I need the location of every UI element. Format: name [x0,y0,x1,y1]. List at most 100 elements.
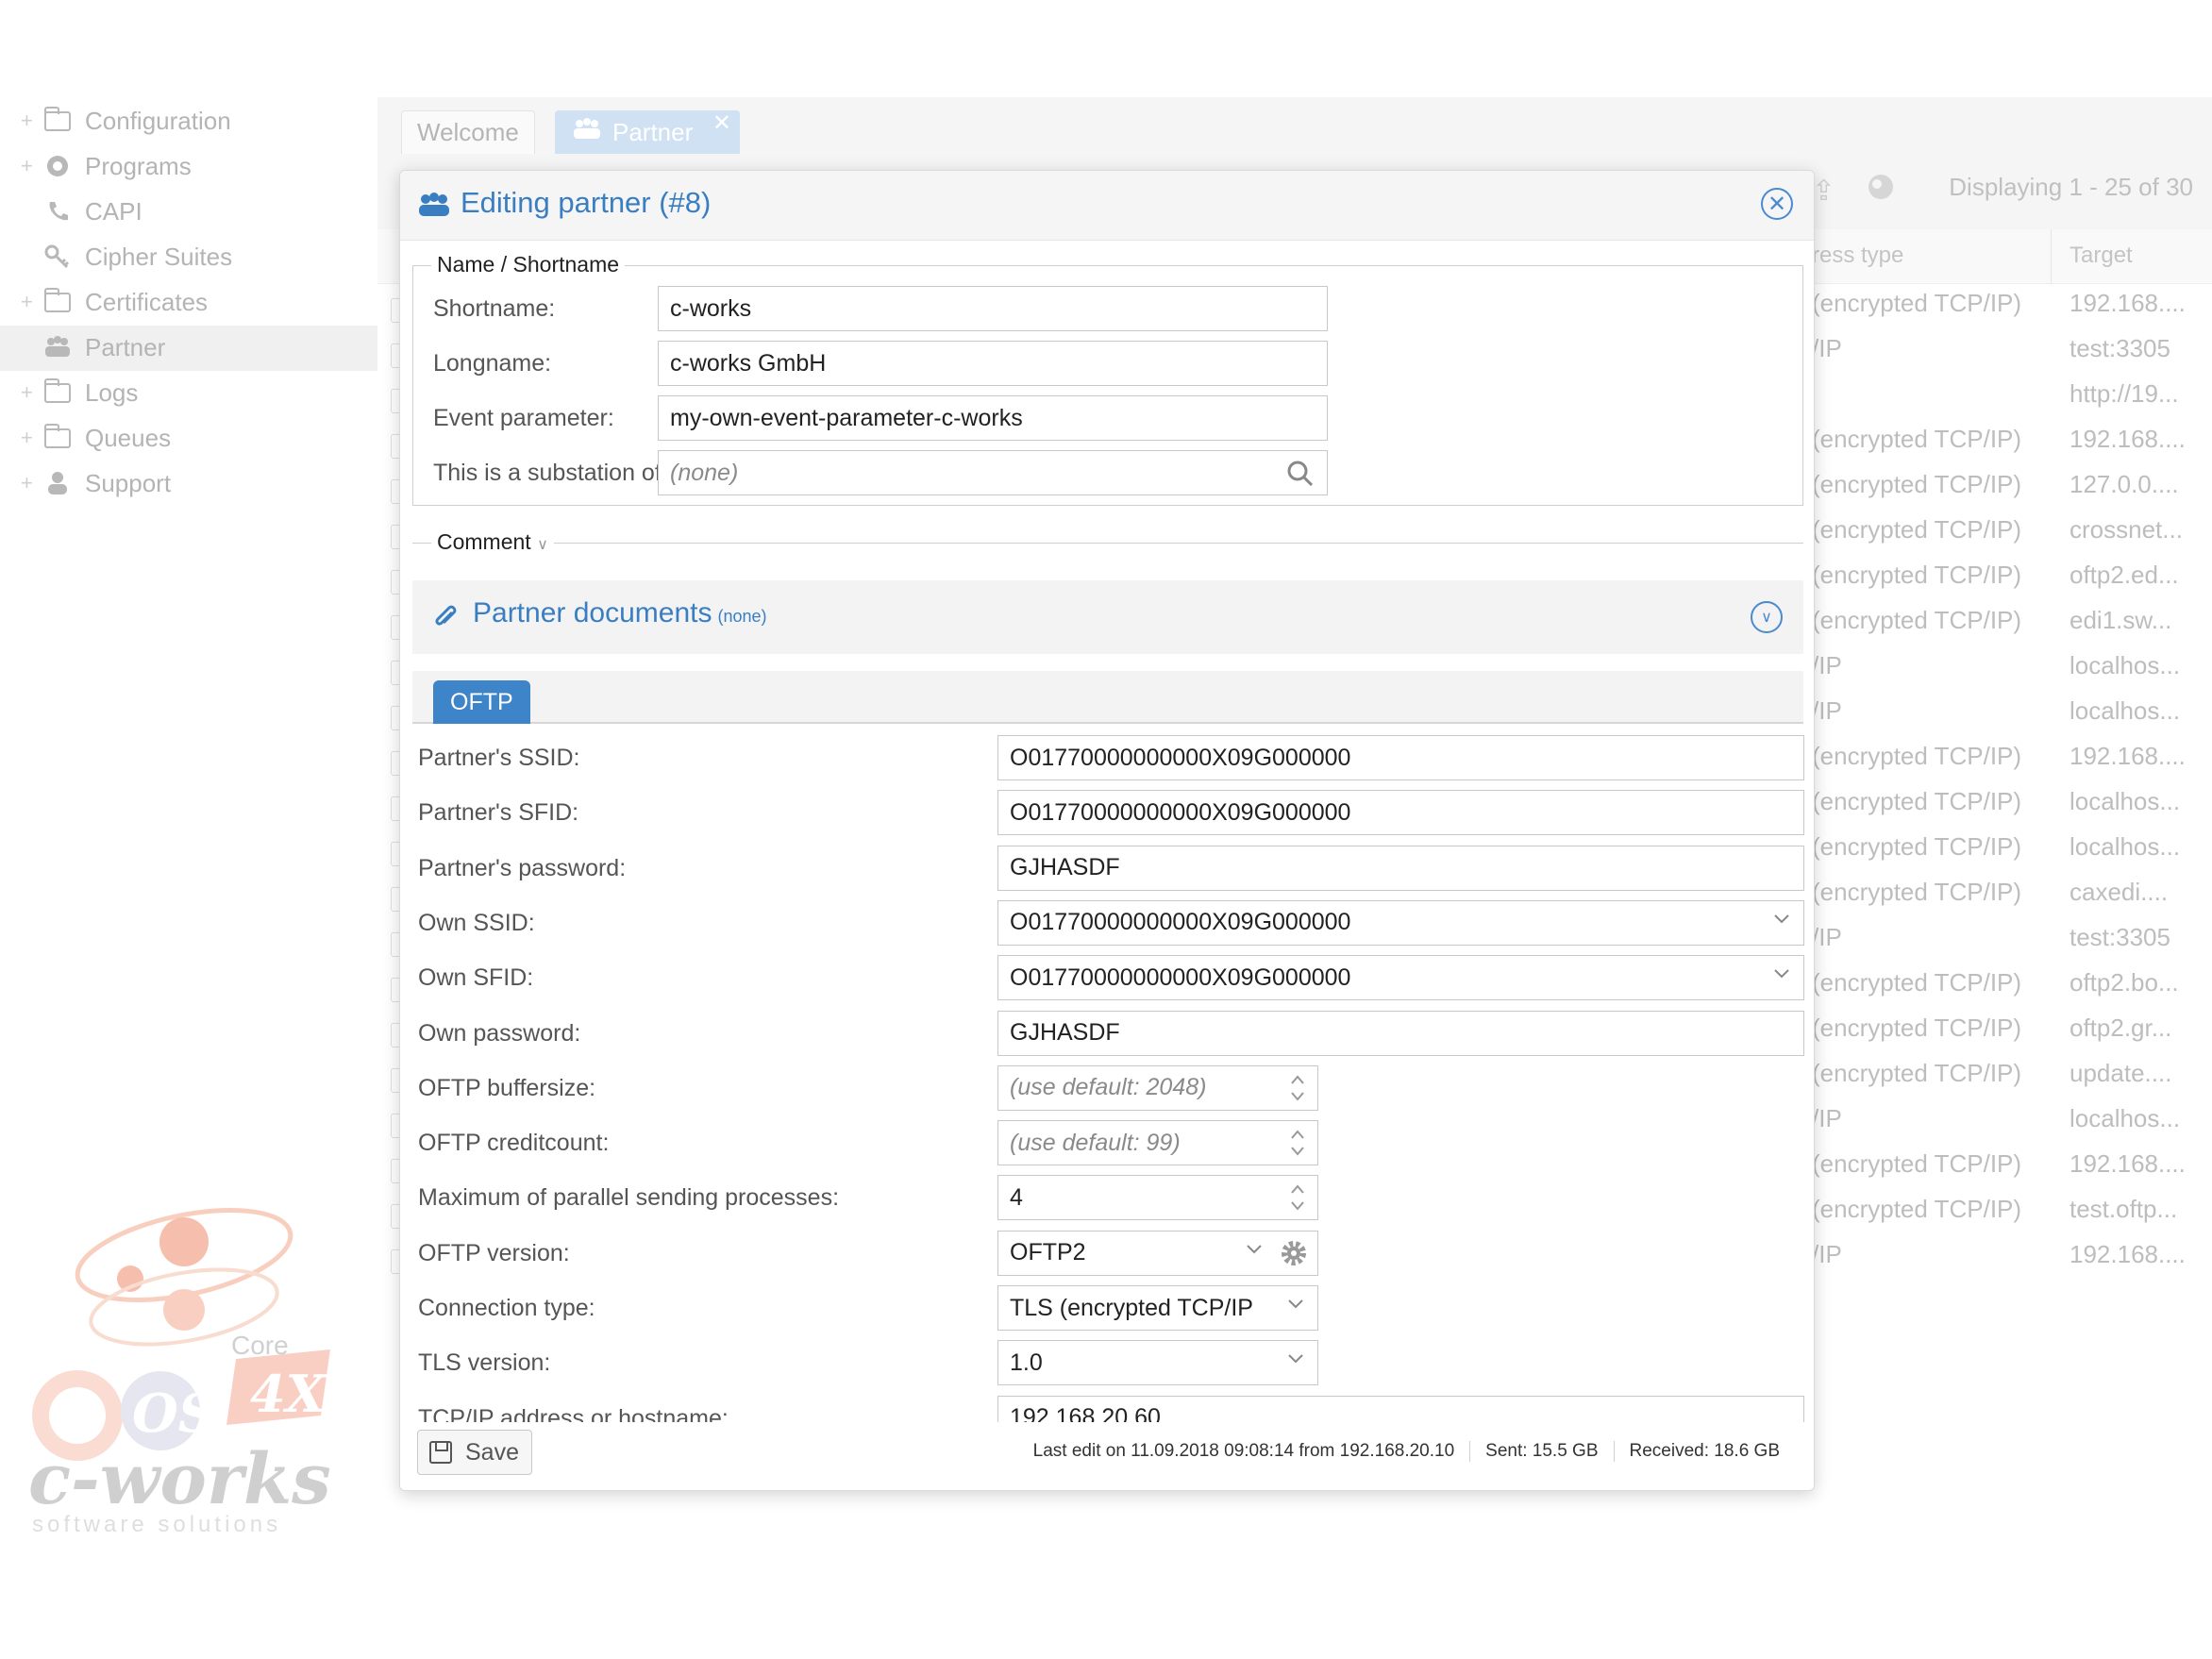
tab-oftp[interactable]: OFTP [433,680,530,724]
cell-address-type: (encrypted TCP/IP) [1812,787,2022,815]
documents-count: (none) [717,607,767,626]
partners-ssid-input[interactable]: O01770000000000X09G000000 [997,735,1804,780]
own-sfid-value: O01770000000000X09G000000 [1010,964,1351,991]
expand-icon[interactable]: + [21,471,36,495]
expand-icon[interactable]: + [21,154,36,178]
expand-documents-button[interactable]: ∨ [1751,601,1783,633]
chevron-down-icon[interactable] [1287,1296,1304,1318]
logo-tagline-text: software solutions [32,1512,282,1537]
tab-partner[interactable]: Partner ✕ [555,110,740,154]
sidebar-item-label: Configuration [85,106,231,135]
tab-label: Partner [612,118,694,146]
max-parallel-processes-stepper[interactable]: 4 [997,1175,1318,1221]
edit-partner-dialog: Editing partner (#8) ✕ Name / Shortname … [399,170,1815,1491]
users-icon [43,333,72,361]
substation-combobox[interactable]: (none) [658,450,1328,495]
column-header-address-type[interactable]: ress type [1812,243,1903,269]
search-icon[interactable] [1287,461,1314,493]
cell-target: oftp2.bo... [2070,968,2179,997]
gear-icon[interactable] [1280,1239,1308,1274]
oftp-version-select[interactable]: OFTP2 [997,1230,1318,1276]
tab-label: Welcome [417,118,519,146]
cell-target: edi1.sw... [2070,606,2172,634]
column-header-target[interactable]: Target [2070,243,2133,269]
expand-icon[interactable]: + [21,290,36,314]
sidebar-item-logs[interactable]: + Logs [21,374,138,411]
chevron-down-icon[interactable] [1246,1241,1263,1264]
folder-icon [43,423,72,452]
sidebar-item-capi[interactable]: CAPI [21,193,142,230]
partners-ssid-label: Partner's SSID: [418,745,580,771]
chevron-down-icon[interactable] [1773,911,1790,933]
cell-target: update.... [2070,1059,2172,1087]
cell-address-type: /IP [1812,1240,1842,1268]
chevron-down-icon[interactable] [1287,1350,1304,1373]
own-ssid-value: O01770000000000X09G000000 [1010,909,1351,936]
max-parallel-processes-label: Maximum of parallel sending processes: [418,1184,840,1212]
save-button[interactable]: Save [417,1430,532,1475]
partners-password-input[interactable]: GJHASDF [997,845,1804,891]
own-password-input[interactable]: GJHASDF [997,1010,1804,1056]
cell-address-type: (encrypted TCP/IP) [1812,832,2022,861]
substation-placeholder: (none) [670,459,739,486]
stepper-arrows-icon[interactable] [1287,1181,1308,1214]
sidebar-item-certificates[interactable]: + Certificates [21,283,208,321]
close-dialog-button[interactable]: ✕ [1761,188,1793,220]
sidebar-item-queues[interactable]: + Queues [21,419,171,457]
partners-sfid-label: Partner's SFID: [418,799,579,827]
partner-documents-title: Partner documents (none) [473,597,767,629]
cell-target: localhos... [2070,787,2181,815]
comment-divider [412,543,1803,544]
shortname-label: Shortname: [433,295,556,322]
name-fieldset-legend: Name / Shortname [431,252,626,277]
tab-welcome[interactable]: Welcome [401,110,535,154]
oftp-buffersize-stepper[interactable]: (use default: 2048) [997,1064,1318,1111]
chevron-down-icon: ∨ [537,537,548,553]
cell-target: 192.168.... [2070,289,2186,317]
oftp-creditcount-value: (use default: 99) [1010,1129,1181,1156]
stepper-arrows-icon[interactable] [1287,1072,1308,1104]
expand-icon[interactable]: + [21,426,36,450]
sidebar-item-support[interactable]: + Support [21,464,171,502]
partner-documents-panel[interactable]: Partner documents (none) ∨ [412,580,1803,654]
oftp-buffersize-value: (use default: 2048) [1010,1074,1207,1101]
expand-icon[interactable]: + [21,380,36,405]
partners-sfid-input[interactable]: O01770000000000X09G000000 [997,790,1804,836]
expand-icon[interactable]: + [21,109,36,133]
tls-version-select[interactable]: 1.0 [997,1340,1318,1386]
longname-input[interactable]: c-works GmbH [658,341,1328,386]
own-password-label: Own password: [418,1019,581,1047]
tcpip-address-input[interactable]: 192.168.20.60 [997,1395,1804,1422]
comment-toggle[interactable]: Comment ∨ [431,529,554,555]
upload-icon[interactable]: ⇪ [1812,175,1835,208]
oftp-version-label: OFTP version: [418,1239,570,1266]
sidebar-item-configuration[interactable]: + Configuration [21,102,231,140]
cell-address-type: (encrypted TCP/IP) [1812,968,2022,997]
sidebar-item-cipher-suites[interactable]: Cipher Suites [21,238,232,276]
own-sfid-select[interactable]: O01770000000000X09G000000 [997,955,1804,1001]
dialog-header: Editing partner (#8) ✕ [400,171,1814,241]
close-tab-icon[interactable]: ✕ [712,109,731,137]
cell-target: localhos... [2070,832,2181,861]
event-parameter-input[interactable]: my-own-event-parameter-c-works [658,395,1328,441]
oftp-creditcount-label: OFTP creditcount: [418,1130,610,1157]
globe-icon[interactable] [1867,173,1895,206]
sidebar-item-programs[interactable]: + Programs [21,147,192,185]
connection-type-select[interactable]: TLS (encrypted TCP/IP [997,1285,1318,1331]
own-sfid-label: Own SFID: [418,964,534,992]
cell-address-type: /IP [1812,696,1842,725]
own-ssid-select[interactable]: O01770000000000X09G000000 [997,899,1804,946]
save-icon [429,1441,452,1464]
sidebar-item-partner[interactable]: Partner [21,328,165,366]
oftp-creditcount-stepper[interactable]: (use default: 99) [997,1120,1318,1166]
sent-info: Sent: 15.5 GB [1469,1441,1613,1462]
logo-version-text: 4X [250,1364,326,1424]
cell-address-type: /IP [1812,1104,1842,1132]
sidebar-item-label: Programs [85,151,192,180]
event-parameter-label: Event parameter: [433,405,614,431]
shortname-input[interactable]: c-works [658,286,1328,331]
stepper-arrows-icon[interactable] [1287,1127,1308,1159]
chevron-down-icon[interactable] [1773,965,1790,988]
cell-address-type: /IP [1812,334,1842,362]
cell-target: 127.0.0.... [2070,470,2179,498]
